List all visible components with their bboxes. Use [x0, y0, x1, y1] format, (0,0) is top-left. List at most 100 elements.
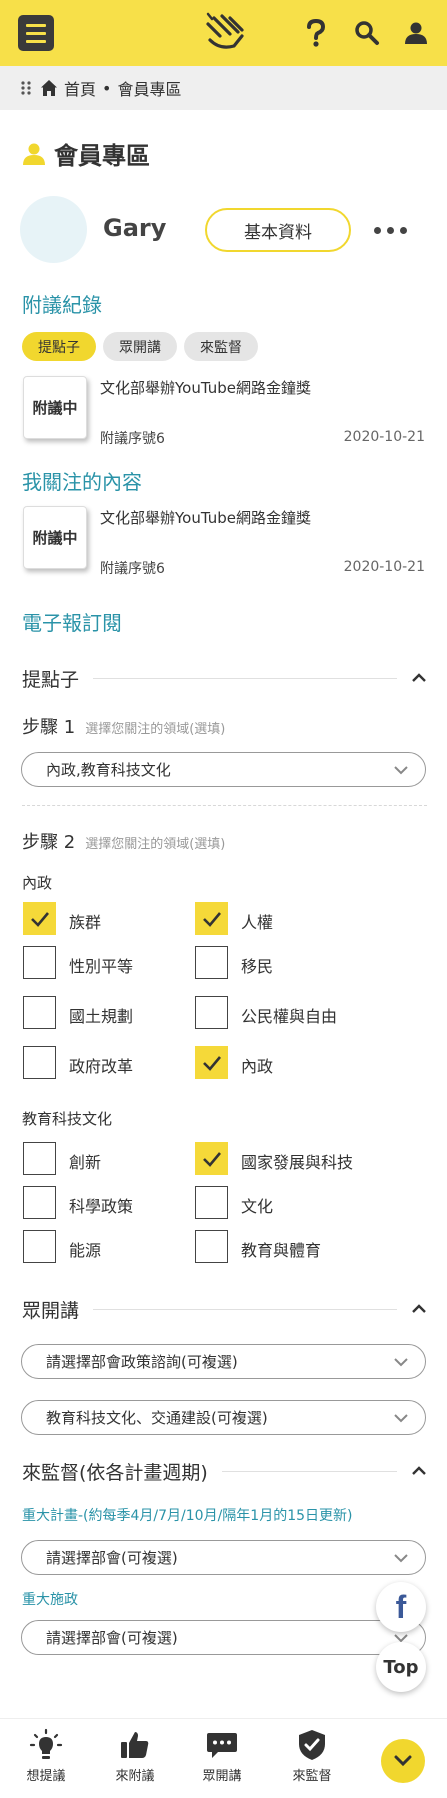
breadcrumb-home-link[interactable]: 首頁: [64, 76, 96, 100]
ideas-field-select[interactable]: 內政,教育科技文化: [21, 752, 426, 787]
divider: [22, 805, 427, 806]
nav-propose[interactable]: 想提議: [10, 1727, 82, 1784]
checkmark-icon: [202, 1151, 221, 1167]
chevron-up-icon[interactable]: [411, 673, 427, 683]
checkbox-civil-rights[interactable]: [195, 996, 228, 1029]
checkbox-government-reform[interactable]: [23, 1046, 56, 1079]
bottom-nav: 想提議 來附議 眾開講 來監督: [0, 1718, 447, 1798]
chevron-down-icon: [394, 1755, 412, 1767]
checkmark-icon: [202, 1055, 221, 1071]
forum-ministry-select[interactable]: 請選擇部會政策諮詢(可複選): [21, 1344, 426, 1379]
checkbox-label: 族群: [69, 913, 102, 932]
step-2: 步驟 2 選擇您關注的領域(選填): [22, 828, 225, 854]
accordion-forum[interactable]: 眾開講: [22, 1296, 427, 1322]
user-icon[interactable]: [401, 18, 431, 48]
checkbox-immigration[interactable]: [195, 946, 228, 979]
avatar: [20, 196, 87, 263]
checkbox-label: 公民權與自由: [241, 1007, 338, 1026]
major-works-select[interactable]: 請選擇部會(可複選): [21, 1620, 426, 1655]
nav-forum-label: 眾開講: [202, 1769, 242, 1784]
checkbox-label: 內政: [241, 1057, 274, 1076]
status-badge: 附議中: [23, 506, 87, 569]
checkbox-education-sports[interactable]: [195, 1230, 228, 1263]
drag-dots-icon: [21, 81, 31, 95]
step-2-hint: 選擇您關注的領域(選填): [85, 837, 226, 852]
checkbox-label: 文化: [241, 1197, 274, 1216]
checkbox-innovation[interactable]: [23, 1142, 56, 1175]
checkmark-icon: [202, 911, 221, 927]
breadcrumb: 首頁 • 會員專區: [0, 66, 447, 110]
checkbox-gender-equality[interactable]: [23, 946, 56, 979]
tab-ideas[interactable]: 提點子: [22, 332, 96, 361]
checkbox-label: 性別平等: [69, 957, 134, 976]
major-plans-label: 重大計畫-(約每季4月/7月/10月/隔年1月的15日更新): [22, 1508, 353, 1524]
home-icon[interactable]: [40, 79, 58, 97]
section-proposal-records: 附議紀錄: [22, 293, 102, 317]
step-1-hint: 選擇您關注的領域(選填): [85, 722, 226, 737]
question-mark-icon[interactable]: [301, 18, 331, 48]
forum-field-select-value: 教育科技文化、交通建設(可複選): [46, 1409, 268, 1427]
checkbox-label: 能源: [69, 1241, 102, 1260]
section-following: 我關注的內容: [22, 470, 142, 494]
chevron-up-icon[interactable]: [411, 1304, 427, 1314]
nav-second-label: 來附議: [115, 1769, 155, 1784]
top-bar: [0, 0, 447, 66]
checkbox-culture[interactable]: [195, 1186, 228, 1219]
nav-second[interactable]: 來附議: [99, 1727, 171, 1784]
checkbox-interior[interactable]: [195, 1046, 228, 1079]
checkbox-energy[interactable]: [23, 1230, 56, 1263]
proposal-item-title[interactable]: 文化部舉辦YouTube網路金鐘獎: [100, 377, 311, 398]
following-item-serial: 附議序號6: [100, 561, 165, 577]
tab-forum[interactable]: 眾開講: [103, 332, 177, 361]
checkbox-label: 國土規劃: [69, 1007, 134, 1026]
accordion-ideas-title: 提點子: [22, 668, 80, 691]
chevron-down-icon: [394, 766, 408, 775]
major-works-select-value: 請選擇部會(可複選): [46, 1629, 178, 1647]
checkbox-label: 政府改革: [69, 1057, 134, 1076]
basic-info-button[interactable]: 基本資料: [205, 208, 351, 252]
checkbox-land-planning[interactable]: [23, 996, 56, 1029]
step-1: 步驟 1 選擇您關注的領域(選填): [22, 713, 225, 739]
following-item-title[interactable]: 文化部舉辦YouTube網路金鐘獎: [100, 507, 311, 528]
shield-check-icon: [299, 1730, 325, 1760]
checkmark-icon: [30, 911, 49, 927]
facebook-share-button[interactable]: f: [376, 1582, 426, 1632]
chevron-down-icon: [394, 1414, 408, 1423]
checkbox-national-development[interactable]: [195, 1142, 228, 1175]
forum-field-select[interactable]: 教育科技文化、交通建設(可複選): [21, 1400, 426, 1435]
search-icon[interactable]: [352, 18, 382, 48]
member-icon: [23, 143, 45, 165]
checkbox-ethnic-groups[interactable]: [23, 902, 56, 935]
checkbox-label: 移民: [241, 957, 274, 976]
checkbox-label: 創新: [69, 1153, 102, 1172]
checkbox-label: 國家發展與科技: [241, 1153, 354, 1172]
back-to-top-button[interactable]: Top: [376, 1642, 426, 1692]
page-title-text: 會員專區: [54, 142, 150, 170]
lightbulb-icon: [29, 1728, 63, 1759]
major-plans-select[interactable]: 請選擇部會(可複選): [21, 1540, 426, 1575]
page-title: 會員專區: [22, 136, 150, 171]
checkbox-human-rights[interactable]: [195, 902, 228, 935]
chevron-up-icon[interactable]: [411, 1466, 427, 1476]
expand-nav-button[interactable]: [381, 1739, 425, 1783]
major-works-label: 重大施政: [22, 1592, 78, 1608]
checkbox-label: 教育與體育: [241, 1241, 322, 1260]
hands-logo-icon[interactable]: [200, 10, 248, 54]
checkbox-science-policy[interactable]: [23, 1186, 56, 1219]
accordion-supervise[interactable]: 來監督(依各計畫週期): [22, 1458, 427, 1484]
breadcrumb-separator: •: [102, 78, 112, 98]
step-1-label: 步驟 1: [22, 717, 76, 738]
username: Gary: [103, 214, 167, 242]
nav-supervise-label: 來監督: [292, 1769, 332, 1784]
group-label-interior: 內政: [22, 874, 53, 892]
accordion-ideas[interactable]: 提點子: [22, 665, 427, 691]
nav-forum[interactable]: 眾開講: [186, 1727, 258, 1784]
nav-supervise[interactable]: 來監督: [276, 1727, 348, 1784]
status-badge: 附議中: [23, 376, 87, 439]
proposal-item-serial: 附議序號6: [100, 431, 165, 447]
following-item-date: 2020-10-21: [343, 559, 425, 575]
more-options-icon[interactable]: [374, 222, 414, 238]
checkbox-label: 科學政策: [69, 1197, 134, 1216]
tab-supervise[interactable]: 來監督: [184, 332, 258, 361]
hamburger-menu-icon[interactable]: [18, 15, 54, 51]
